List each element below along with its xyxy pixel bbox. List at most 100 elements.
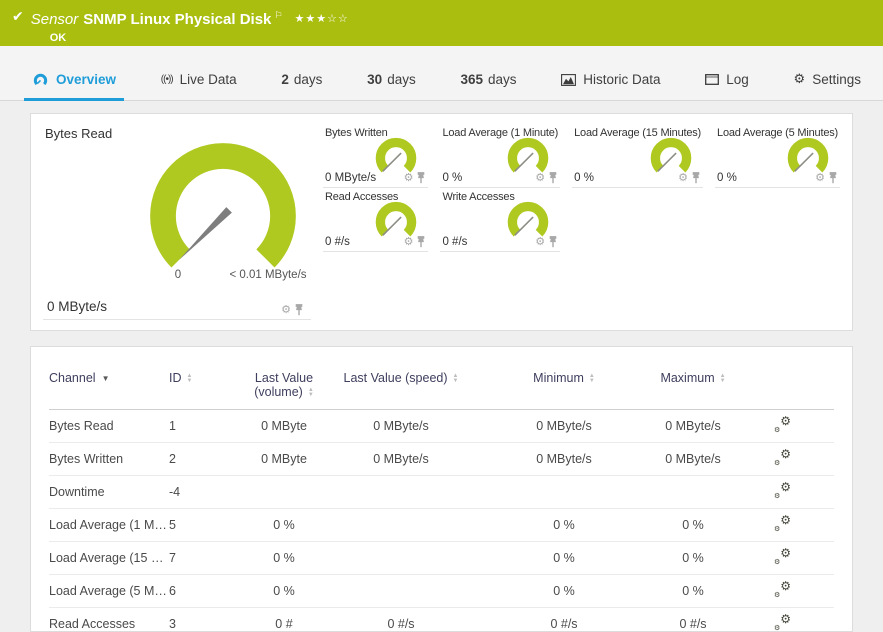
gauge-icon: [33, 73, 48, 86]
object-kind-label: Sensor: [30, 11, 79, 28]
tab-historic-data[interactable]: Historic Data: [553, 72, 668, 101]
maximum-value: 0 MByte/s: [655, 442, 731, 476]
edit-channel-icon[interactable]: ⚙ ⚙: [774, 513, 791, 533]
tab-bar: Overview ((•)) Live Data 2 days 30 days …: [0, 46, 883, 101]
sort-icon: ▲ ▼: [719, 372, 726, 384]
gauges-panel: Bytes Read 0 < 0.01 MByte/s 0 MByte/s ⚙ …: [30, 113, 853, 331]
column-header-last-value-volume[interactable]: Last Value (volume) ▲ ▼: [239, 363, 329, 410]
last-value-volume: [239, 475, 329, 509]
table-row: Load Average (5 Min... 6 0 % 0 % 0 % ⚙ ⚙: [49, 574, 834, 608]
pin-icon[interactable]: [549, 172, 557, 184]
gear-icon[interactable]: ⚙: [678, 172, 688, 184]
gear-icon[interactable]: ⚙: [404, 236, 414, 248]
pin-icon[interactable]: [417, 172, 425, 184]
gear-icon[interactable]: ⚙: [815, 172, 825, 184]
minimum-value: 0 MByte/s: [473, 442, 655, 476]
sort-desc-icon: ▼: [101, 374, 110, 383]
pin-icon[interactable]: [692, 172, 700, 184]
settings-gear-icon: ⚙: [793, 71, 806, 86]
edit-channel-icon[interactable]: ⚙ ⚙: [774, 579, 791, 599]
pin-icon[interactable]: [417, 236, 425, 248]
tab-label: Historic Data: [583, 72, 661, 87]
tab-number: 365: [460, 72, 483, 87]
sort-icon: ▲ ▼: [307, 386, 314, 398]
pin-icon[interactable]: [829, 172, 837, 184]
edit-channel-icon[interactable]: ⚙ ⚙: [774, 480, 791, 500]
tab-live-data[interactable]: ((•)) Live Data: [153, 72, 245, 101]
gauge-dial: [507, 201, 549, 237]
gauge-value: 0 #/s: [325, 236, 350, 248]
sort-icon: ▲ ▼: [588, 372, 595, 384]
channel-name[interactable]: Load Average (5 Min...: [49, 574, 169, 608]
gear-icon[interactable]: ⚙: [535, 236, 545, 248]
channel-name[interactable]: Bytes Read: [49, 409, 169, 443]
channel-name[interactable]: Bytes Written: [49, 442, 169, 476]
log-window-icon: [705, 74, 720, 85]
live-data-icon: ((•)): [160, 74, 174, 85]
gear-icon[interactable]: ⚙: [535, 172, 545, 184]
tab-overview[interactable]: Overview: [24, 72, 125, 101]
gear-icon[interactable]: ⚙: [404, 172, 414, 184]
gauge-dial: [376, 137, 417, 173]
maximum-value: 0 %: [655, 508, 731, 542]
channels-panel: Channel ▼ ID ▲ ▼ Last Value (volume) ▲ ▼ Last…: [30, 346, 853, 632]
tab-label: days: [387, 72, 416, 87]
channel-name[interactable]: Downtime: [49, 475, 169, 509]
gauge-value: 0 MByte/s: [325, 172, 377, 184]
status-ok-icon: ✔: [12, 8, 24, 24]
pin-icon[interactable]: [295, 304, 303, 316]
channel-id: 5: [169, 508, 239, 542]
edit-channel-icon[interactable]: ⚙ ⚙: [774, 546, 791, 566]
maximum-value: 0 %: [655, 541, 731, 575]
gauge-scale-max: < 0.01 MByte/s: [229, 269, 307, 281]
table-row: Read Accesses 3 0 # 0 #/s 0 #/s 0 #/s ⚙ ⚙: [49, 607, 834, 631]
gauge-value: 0 #/s: [442, 236, 468, 248]
tab-365-days[interactable]: 365 days: [452, 72, 524, 101]
historic-data-icon: [561, 73, 577, 86]
tab-log[interactable]: Log: [697, 72, 757, 101]
last-value-speed: [329, 541, 473, 575]
edit-channel-icon[interactable]: ⚙ ⚙: [774, 414, 791, 434]
edit-channel-icon[interactable]: ⚙ ⚙: [774, 447, 791, 467]
tab-30-days[interactable]: 30 days: [359, 72, 424, 101]
channel-id: 2: [169, 442, 239, 476]
tab-2-days[interactable]: 2 days: [273, 72, 330, 101]
last-value-speed: 0 MByte/s: [329, 409, 473, 443]
last-value-speed: 0 MByte/s: [329, 442, 473, 476]
gauge-value: 0 %: [717, 172, 737, 184]
column-header-channel[interactable]: Channel ▼: [49, 363, 169, 410]
channel-name[interactable]: Read Accesses: [49, 607, 169, 631]
minimum-value: 0 %: [473, 508, 655, 542]
gauge-title: Bytes Read: [45, 126, 113, 141]
tab-label: Overview: [56, 72, 117, 87]
tab-label: Settings: [812, 71, 861, 87]
channel-id: 7: [169, 541, 239, 575]
tab-settings[interactable]: ⚙ Settings: [786, 71, 869, 101]
sensor-overview-content: Bytes Read 0 < 0.01 MByte/s 0 MByte/s ⚙ …: [0, 101, 883, 632]
gauge-cell-load-average-1min: Load Average (1 Minute) 0 % ⚙: [440, 124, 561, 188]
tab-label: Log: [726, 72, 749, 87]
priority-stars[interactable]: ★★★☆☆: [294, 13, 348, 25]
pin-icon[interactable]: [549, 236, 557, 248]
column-header-maximum[interactable]: Maximum ▲ ▼: [655, 363, 731, 410]
sensor-title: SNMP Linux Physical Disk: [83, 11, 272, 28]
column-header-id[interactable]: ID ▲ ▼: [169, 363, 239, 410]
channel-id: 6: [169, 574, 239, 608]
gauge-cell-bytes-written: Bytes Written 0 MByte/s ⚙: [323, 124, 429, 188]
channels-table: Channel ▼ ID ▲ ▼ Last Value (volume) ▲ ▼ Last…: [49, 363, 834, 631]
last-value-speed: [329, 475, 473, 509]
column-header-edit: [731, 363, 834, 410]
channel-name[interactable]: Load Average (1 Min...: [49, 508, 169, 542]
tab-number: 30: [367, 72, 383, 87]
table-row: Load Average (15 Mi... 7 0 % 0 % 0 % ⚙ ⚙: [49, 541, 834, 575]
edit-channel-icon[interactable]: ⚙ ⚙: [774, 612, 791, 631]
column-header-last-value-speed[interactable]: Last Value (speed) ▲ ▼: [329, 363, 473, 410]
tab-label: days: [293, 72, 323, 87]
flag-icon[interactable]: ⚐: [274, 10, 282, 20]
last-value-volume: 0 MByte: [239, 442, 329, 476]
last-value-volume: 0 #: [239, 607, 329, 631]
column-header-minimum[interactable]: Minimum ▲ ▼: [473, 363, 655, 410]
table-row: Bytes Written 2 0 MByte 0 MByte/s 0 MByt…: [49, 442, 834, 476]
gear-icon[interactable]: ⚙: [281, 304, 291, 316]
channel-name[interactable]: Load Average (15 Mi...: [49, 541, 169, 575]
